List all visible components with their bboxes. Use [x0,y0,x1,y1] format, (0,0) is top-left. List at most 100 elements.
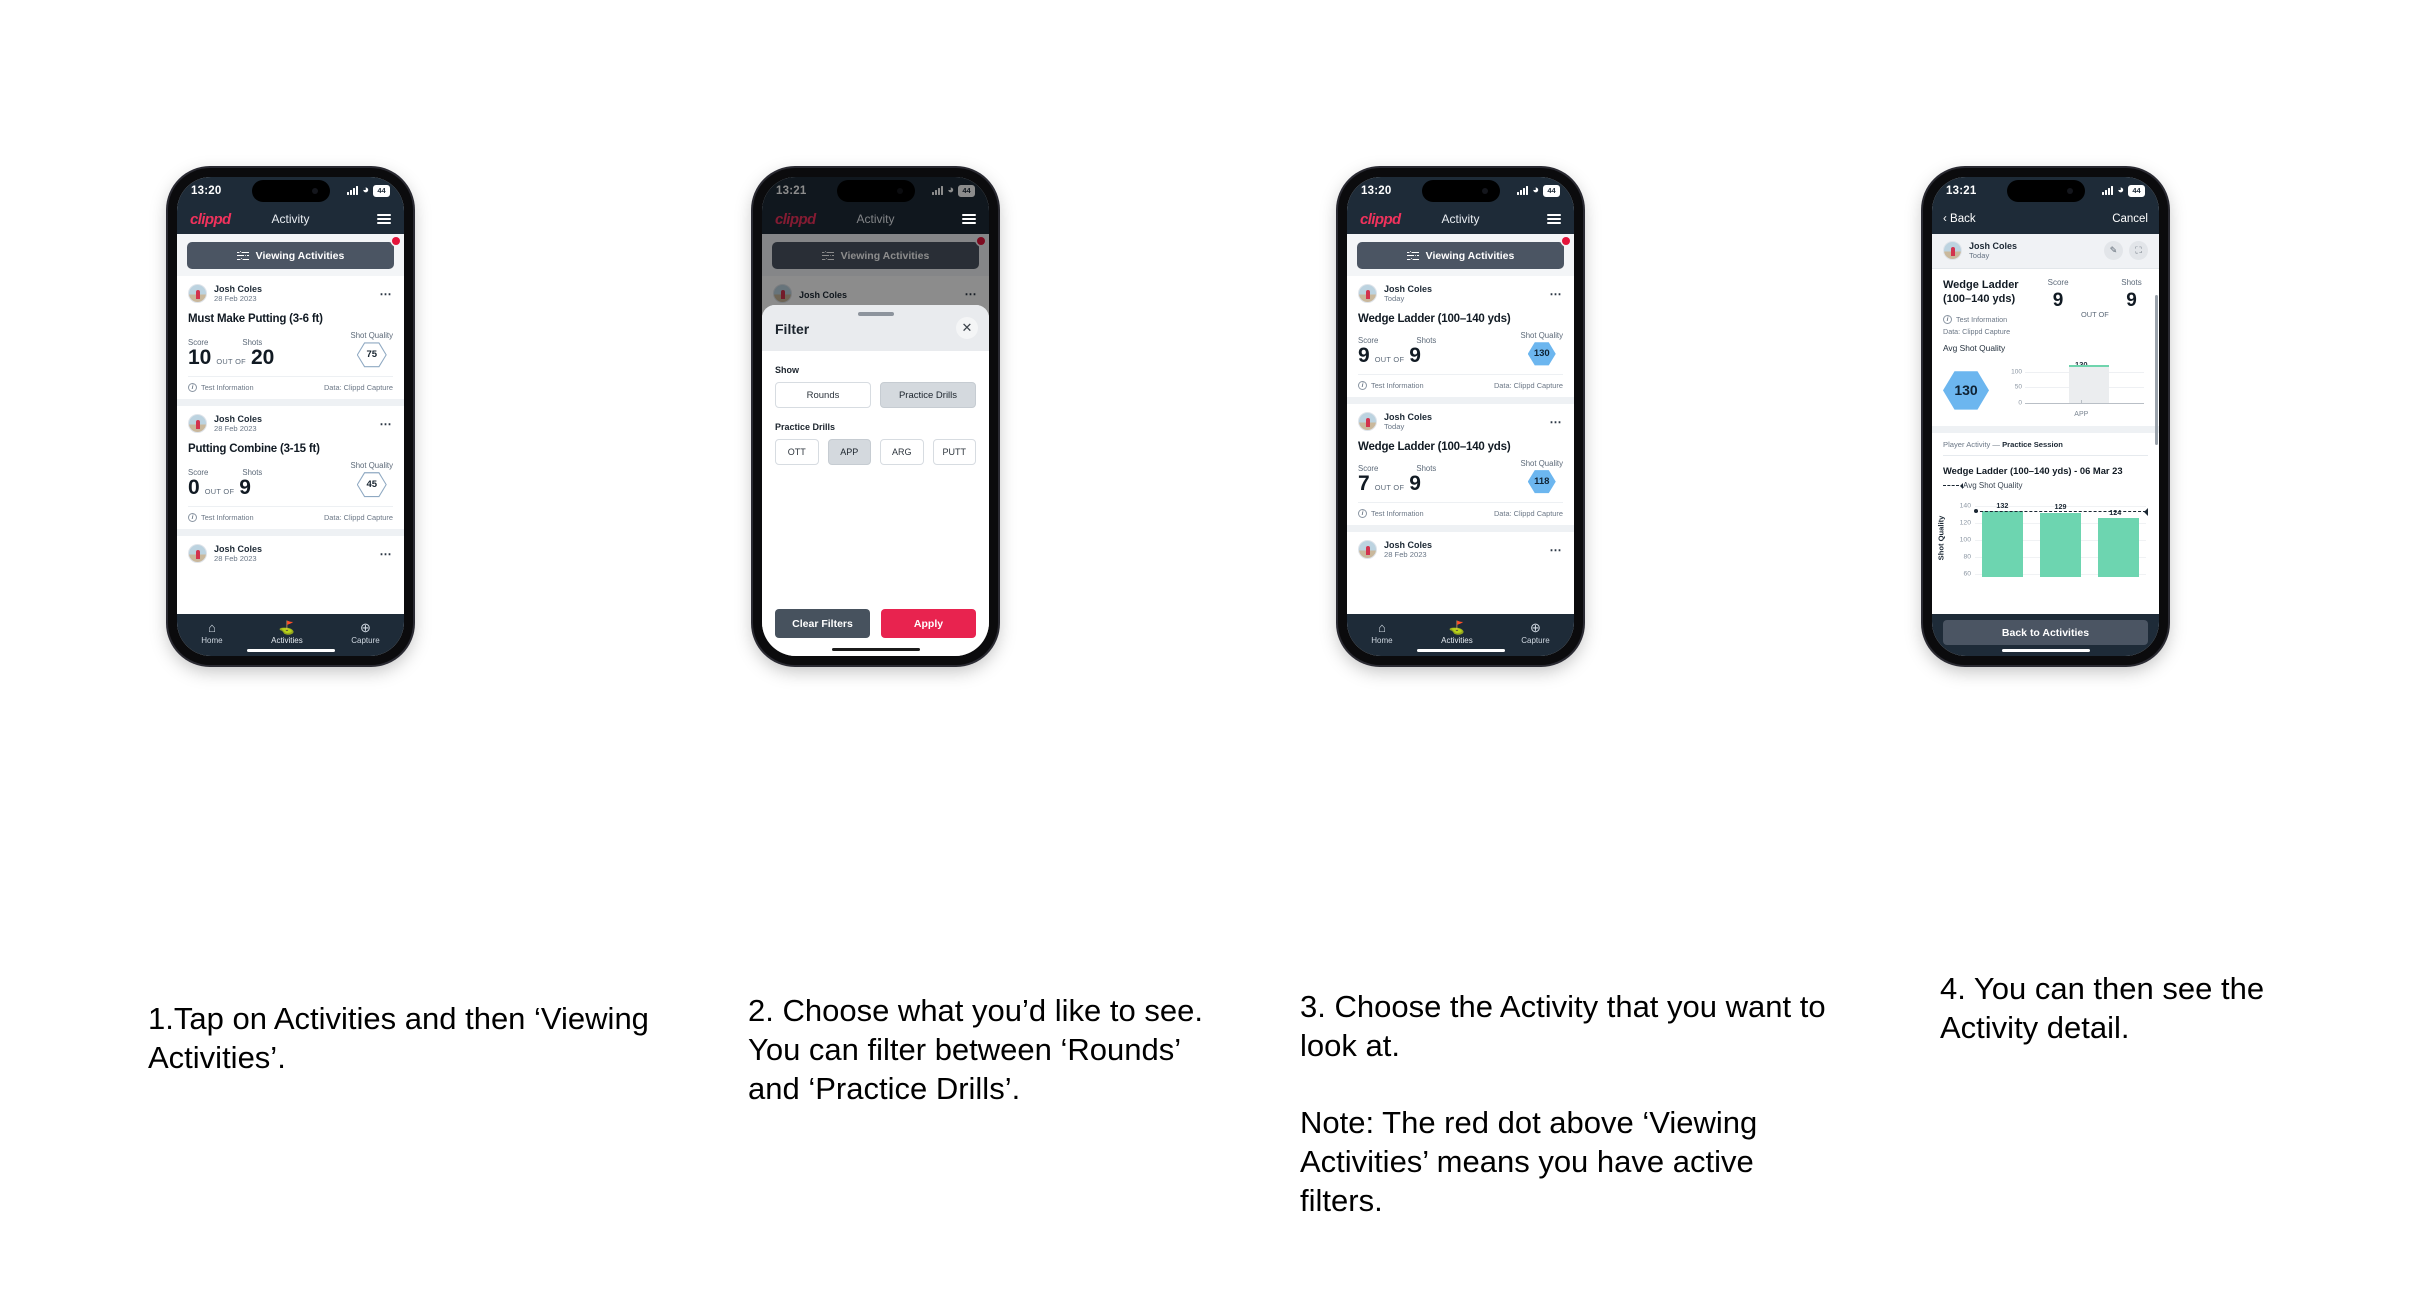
shot-quality-label: Shot Quality [350,330,393,340]
phone-3-screen: 13:20 ◕ 44 clippd Activity Viewing Activ… [1347,177,1574,656]
card-date: 28 Feb 2023 [214,294,257,304]
card-overflow-menu-icon[interactable]: ⋯ [380,288,394,300]
info-icon[interactable]: i [1358,380,1367,390]
card-metrics: Score Shots 9 OUT OF 9 Shot Quality 130 [1358,331,1563,374]
card-date: Today [1384,422,1405,432]
tab-activities[interactable]: ⛳ Activities [1441,621,1473,645]
activity-card[interactable]: Josh Coles 28 Feb 2023 ⋯ [1347,531,1574,560]
info-icon[interactable]: i [188,512,197,522]
hamburger-menu-icon[interactable] [377,213,391,225]
score-value: 9 [1358,343,1370,367]
app-header: clippd Activity [177,204,404,234]
back-to-activities-button[interactable]: Back to Activities [1943,620,2148,645]
scrollbar[interactable] [2155,295,2158,445]
card-overflow-menu-icon[interactable]: ⋯ [380,548,394,560]
avg-shot-quality-mini-chart: 130 100 50 0 APP [2003,360,2148,419]
data-source-label: Data: Clippd Capture [323,512,393,522]
status-bar: 13:20 ◕ 44 [1347,177,1574,204]
chip-practice-drills[interactable]: Practice Drills [880,382,976,408]
apply-button[interactable]: Apply [881,609,976,638]
pencil-icon[interactable]: ✎ [2104,241,2123,261]
detail-test-information-label: Test Information [1956,315,2008,325]
sheet-grabber-handle[interactable] [857,312,894,316]
filter-sheet-title: Filter [775,321,810,337]
mini-chart-xlabel: APP [2074,411,2089,419]
card-footer: i Test Information Data: Clippd Capture [188,505,393,529]
chip-arg[interactable]: ARG [880,439,924,465]
chip-rounds[interactable]: Rounds [775,382,871,408]
hamburger-menu-icon[interactable] [1547,213,1561,225]
dynamic-island [2006,180,2085,202]
card-overflow-menu-icon[interactable]: ⋯ [1550,416,1564,428]
caption-step-4: 4. You can then see the Activity detail. [1940,971,2265,1045]
viewing-activities-label: Viewing Activities [1425,249,1515,262]
hamburger-menu-icon[interactable] [962,213,976,225]
card-header: Josh Coles Today ⋯ [1358,412,1563,432]
tab-home[interactable]: ⌂ Home [201,621,222,645]
viewing-activities-button[interactable]: Viewing Activities [187,242,394,269]
activity-card[interactable]: Josh Coles Today ⋯ Wedge Ladder (100–140… [1347,276,1574,397]
info-icon[interactable]: i [1943,315,1952,325]
back-button[interactable]: ‹ Back [1943,213,1976,225]
test-information-label: Test Information [201,512,254,522]
chip-putt[interactable]: PUTT [932,439,976,465]
activity-card[interactable]: Josh Coles Today ⋯ Wedge Ladder (100–140… [1347,403,1574,525]
chart-ytick: 80 [1963,553,1971,561]
close-icon[interactable]: ✕ [956,317,978,339]
chip-ott[interactable]: OTT [775,439,819,465]
card-overflow-menu-icon[interactable]: ⋯ [1550,288,1564,300]
status-time: 13:20 [1361,184,1392,197]
tab-home[interactable]: ⌂ Home [1371,621,1392,645]
data-source-label: Data: Clippd Capture [323,382,393,392]
chart-bar [2039,513,2081,578]
card-title: Putting Combine (3-15 ft) [188,442,320,455]
detail-right-metrics: Score 9 OUT OF Shots 9 [2041,278,2148,337]
shot-quality-hexagon: 45 [356,472,387,498]
cancel-button[interactable]: Cancel [2112,213,2148,225]
phone-1-activities-list: 13:20 ◕ 44 clippd Activity Viewing Activ… [168,168,413,665]
card-title: Must Make Putting (3-6 ft) [188,312,323,325]
mini-chart-xtick [2081,400,2083,405]
card-overflow-menu-icon[interactable]: ⋯ [1550,544,1564,556]
out-of-label: OUT OF [1374,354,1405,364]
clippd-logo[interactable]: clippd [190,211,231,228]
home-icon: ⌂ [1378,619,1386,635]
fullscreen-icon[interactable]: ⛶ [2129,241,2148,261]
activity-feed[interactable]: Josh Coles 28 Feb 2023 ⋯ Must Make Putti… [177,276,404,614]
chart-bar-label: 132 [1996,501,2009,511]
tab-home-label: Home [1371,635,1393,645]
detail-left-column: Wedge Ladder (100–140 yds) i Test Inform… [1943,278,2041,336]
viewing-activities-button[interactable]: Viewing Activities [1357,242,1564,269]
battery-level: 44 [2128,184,2145,197]
detail-score: Score 9 [2048,278,2069,337]
tab-capture[interactable]: ⊕ Capture [1521,621,1549,645]
activity-card[interactable]: Josh Coles 28 Feb 2023 ⋯ Must Make Putti… [177,276,404,399]
caption-step-2: 2. Choose what you’d like to see. You ca… [748,993,1203,1106]
bottom-tab-bar[interactable]: ⌂ Home ⛳ Activities ⊕ Capture [1347,614,1574,656]
viewing-activities-label: Viewing Activities [255,249,345,262]
card-divider [1347,396,1574,404]
info-icon[interactable]: i [1358,508,1367,518]
shot-quality-group: Shot Quality 130 [1521,331,1563,366]
info-icon[interactable]: i [188,382,197,392]
plus-circle-icon: ⊕ [1530,619,1541,635]
chip-app[interactable]: APP [827,439,871,465]
test-information-label: Test Information [201,382,254,392]
card-metrics: Score Shots 10 OUT OF 20 Shot Quality 75 [188,331,393,376]
activity-card[interactable]: Josh Coles 28 Feb 2023 ⋯ Putting Combine… [177,405,404,529]
bottom-tab-bar[interactable]: ⌂ Home ⛳ Activities ⊕ Capture [177,614,404,656]
shot-quality-group: Shot Quality 118 [1521,459,1563,494]
card-overflow-menu-icon[interactable]: ⋯ [380,418,394,430]
tab-capture[interactable]: ⊕ Capture [351,621,379,645]
shots-value: 20 [250,345,275,369]
activity-card[interactable]: Josh Coles 28 Feb 2023 ⋯ [177,535,404,564]
clippd-logo[interactable]: clippd [1360,211,1401,228]
phone-4-activity-detail: 13:21 ◕ 44 ‹ Back Cancel Josh Coles Toda… [1923,168,2168,665]
tab-activities[interactable]: ⛳ Activities [271,621,303,645]
activity-feed[interactable]: Josh Coles Today ⋯ Wedge Ladder (100–140… [1347,276,1574,614]
breadcrumb-current: Practice Session [2002,440,2063,450]
clear-filters-button[interactable]: Clear Filters [775,609,870,638]
shots-value: 9 [239,475,251,499]
shot-quality-hexagon: 130 [1527,342,1556,366]
detail-user-name: Josh Coles [1969,241,2018,251]
